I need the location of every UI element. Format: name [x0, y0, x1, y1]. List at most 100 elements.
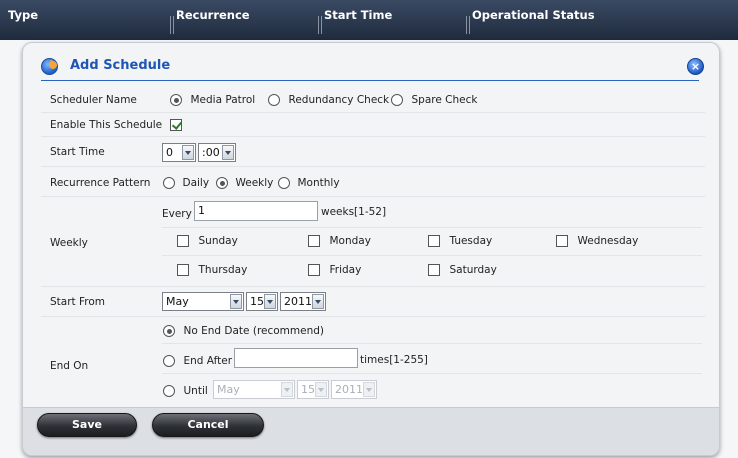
sunday-checkbox[interactable] [177, 235, 189, 247]
weekly-radio[interactable] [216, 177, 228, 189]
redundancy-check-radio[interactable] [268, 94, 280, 106]
thursday-label: Thursday [198, 264, 248, 276]
dialog-title: Add Schedule [70, 58, 171, 73]
start-year-select[interactable]: 2011 [280, 292, 326, 311]
day-sunday[interactable]: Sunday [177, 234, 238, 247]
day-wednesday[interactable]: Wednesday [556, 234, 638, 247]
saturday-checkbox[interactable] [428, 264, 440, 276]
schedule-globe-icon [41, 58, 58, 75]
column-operational-status[interactable]: Operational Status [466, 0, 595, 40]
start-year-value: 2011 [284, 295, 312, 308]
end-on-divider [162, 373, 702, 374]
no-end-date-label: No End Date (recommend) [183, 325, 325, 337]
column-resize-handle[interactable] [170, 16, 174, 34]
weekly-row: Weekly Every 1 weeks[1-52] Sunday Monday… [41, 197, 705, 287]
spare-check-option[interactable]: Spare Check [391, 93, 477, 106]
start-from-row: Start From May 15 2011 [41, 287, 705, 317]
every-weeks-input[interactable]: 1 [194, 201, 318, 221]
column-type-label: Type [8, 8, 39, 22]
column-recurrence[interactable]: Recurrence [170, 0, 250, 40]
end-on-divider [162, 343, 702, 344]
weekly-label: Weekly [235, 177, 274, 189]
every-label: Every [162, 208, 192, 220]
column-start-time[interactable]: Start Time [318, 0, 393, 40]
start-hour-value: 0 [166, 146, 173, 159]
until-day-value: 15 [301, 383, 315, 396]
wednesday-checkbox[interactable] [556, 235, 568, 247]
redundancy-check-option[interactable]: Redundancy Check [268, 93, 389, 106]
media-patrol-option[interactable]: Media Patrol [170, 93, 255, 106]
start-month-select[interactable]: May [162, 292, 244, 311]
day-thursday[interactable]: Thursday [177, 263, 247, 276]
end-after-option[interactable]: End After [163, 354, 232, 367]
until-label: Until [183, 385, 208, 397]
end-after-input[interactable] [234, 348, 358, 368]
daily-radio[interactable] [163, 177, 175, 189]
until-month-select: May [213, 380, 295, 399]
chevron-down-icon [230, 294, 242, 309]
end-after-radio[interactable] [163, 355, 175, 367]
scheduler-name-label: Scheduler Name [50, 94, 137, 106]
wednesday-label: Wednesday [577, 235, 639, 247]
day-tuesday[interactable]: Tuesday [428, 234, 492, 247]
weekly-divider [162, 227, 702, 228]
chevron-down-icon [315, 382, 327, 397]
media-patrol-label: Media Patrol [190, 94, 256, 106]
no-end-date-option[interactable]: No End Date (recommend) [163, 324, 324, 337]
save-button[interactable]: Save [37, 413, 137, 437]
chevron-down-icon [222, 145, 234, 160]
start-minute-value: :00 [202, 146, 220, 159]
close-icon[interactable]: × [687, 58, 704, 75]
enable-schedule-checkbox[interactable] [170, 119, 182, 131]
friday-label: Friday [329, 264, 362, 276]
daily-option[interactable]: Daily [163, 176, 209, 189]
weekly-option[interactable]: Weekly [216, 176, 273, 189]
schedule-table-header: Type Recurrence Start Time Operational S… [0, 0, 738, 40]
thursday-checkbox[interactable] [177, 264, 189, 276]
monthly-option[interactable]: Monthly [278, 176, 340, 189]
day-friday[interactable]: Friday [308, 263, 361, 276]
cancel-button[interactable]: Cancel [152, 413, 264, 437]
spare-check-radio[interactable] [391, 94, 403, 106]
column-recurrence-label: Recurrence [176, 8, 250, 22]
tuesday-label: Tuesday [449, 235, 493, 247]
enable-schedule-label: Enable This Schedule [50, 119, 163, 131]
column-resize-handle[interactable] [466, 16, 470, 34]
chevron-down-icon [363, 382, 375, 397]
redundancy-check-label: Redundancy Check [288, 94, 390, 106]
media-patrol-radio[interactable] [170, 94, 182, 106]
day-saturday[interactable]: Saturday [428, 263, 497, 276]
start-hour-select[interactable]: 0 [162, 143, 196, 162]
chevron-down-icon [182, 145, 194, 160]
column-resize-handle[interactable] [318, 16, 322, 34]
monday-checkbox[interactable] [308, 235, 320, 247]
until-year-value: 2011 [335, 383, 363, 396]
times-range-hint: times[1-255] [360, 354, 428, 366]
column-operational-status-label: Operational Status [472, 8, 595, 22]
dialog-header: Add Schedule × [23, 43, 719, 83]
daily-label: Daily [182, 177, 210, 189]
saturday-label: Saturday [449, 264, 497, 276]
add-schedule-dialog: Add Schedule × Scheduler Name Media Patr… [22, 42, 720, 456]
start-minute-select[interactable]: :00 [198, 143, 236, 162]
column-type[interactable]: Type [8, 0, 38, 40]
friday-checkbox[interactable] [308, 264, 320, 276]
until-radio[interactable] [163, 385, 175, 397]
monthly-radio[interactable] [278, 177, 290, 189]
column-start-time-label: Start Time [324, 8, 393, 22]
spare-check-label: Spare Check [411, 94, 478, 106]
chevron-down-icon [312, 294, 324, 309]
end-on-label: End On [50, 360, 89, 372]
tuesday-checkbox[interactable] [428, 235, 440, 247]
title-divider [41, 80, 699, 81]
chevron-down-icon [281, 382, 293, 397]
recurrence-pattern-row: Recurrence Pattern Daily Weekly Monthly [41, 167, 705, 197]
scheduler-name-row: Scheduler Name Media Patrol Redundancy C… [41, 87, 705, 113]
chevron-down-icon [264, 294, 276, 309]
until-option[interactable]: Until [163, 384, 208, 397]
start-day-select[interactable]: 15 [246, 292, 278, 311]
start-month-value: May [166, 295, 189, 308]
monthly-label: Monthly [297, 177, 340, 189]
day-monday[interactable]: Monday [308, 234, 371, 247]
no-end-date-radio[interactable] [163, 325, 175, 337]
